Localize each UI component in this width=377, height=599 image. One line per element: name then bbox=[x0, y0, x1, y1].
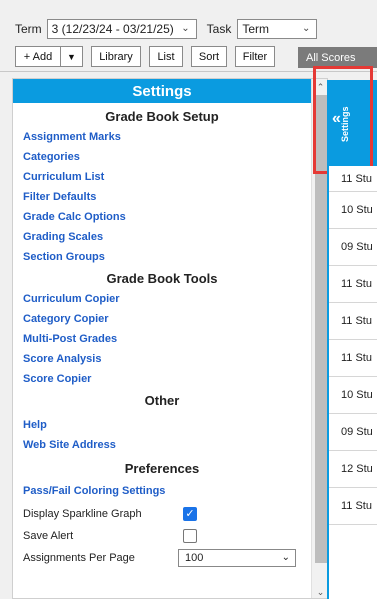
grid-row-label: 11 Stu bbox=[341, 172, 372, 185]
sort-button[interactable]: Sort bbox=[191, 46, 227, 67]
grid-row[interactable]: 10 Stu bbox=[329, 192, 377, 229]
scroll-down-icon[interactable]: ⌄ bbox=[312, 584, 327, 598]
sparkline-label: Display Sparkline Graph bbox=[23, 508, 142, 520]
link-categories[interactable]: Categories bbox=[13, 147, 311, 167]
link-filter-defaults[interactable]: Filter Defaults bbox=[13, 187, 311, 207]
add-button-label: + Add bbox=[23, 50, 53, 63]
sparkline-checkbox[interactable]: ✓ bbox=[183, 507, 197, 521]
task-label: Task bbox=[206, 22, 232, 36]
student-grid: 11 Stu 10 Stu 09 Stu 11 Stu 11 Stu 11 St… bbox=[327, 166, 377, 599]
highlight-box bbox=[313, 66, 373, 174]
per-page-value: 100 bbox=[185, 552, 204, 564]
sparkline-row: Display Sparkline Graph ✓ bbox=[13, 503, 311, 525]
gradebook-window: Term 3 (12/23/24 - 03/21/25) ⌄ Task Term… bbox=[0, 0, 377, 599]
chevron-down-icon: ⌄ bbox=[181, 23, 190, 34]
grid-row-label: 10 Stu bbox=[341, 204, 373, 216]
link-category-copier[interactable]: Category Copier bbox=[13, 309, 311, 329]
toolbar: Term 3 (12/23/24 - 03/21/25) ⌄ Task Term… bbox=[0, 0, 377, 72]
grid-row[interactable]: 12 Stu bbox=[329, 451, 377, 488]
task-value: Term bbox=[242, 22, 270, 36]
settings-title: Settings bbox=[13, 79, 311, 103]
setup-heading: Grade Book Setup bbox=[105, 109, 219, 124]
per-page-label: Assignments Per Page bbox=[23, 552, 135, 564]
link-assignment-marks[interactable]: Assignment Marks bbox=[13, 127, 311, 147]
link-web-site-address[interactable]: Web Site Address bbox=[13, 435, 311, 455]
term-label: Term bbox=[15, 22, 42, 36]
grid-row-label: 11 Stu bbox=[341, 315, 372, 327]
library-button[interactable]: Library bbox=[91, 46, 141, 67]
save-alert-checkbox[interactable] bbox=[183, 529, 197, 543]
tools-heading: Grade Book Tools bbox=[106, 271, 218, 286]
save-alert-label: Save Alert bbox=[23, 530, 74, 542]
link-section-groups[interactable]: Section Groups bbox=[13, 247, 311, 267]
task-select[interactable]: Term ⌄ bbox=[237, 19, 318, 39]
term-value: 3 (12/23/24 - 03/21/25) bbox=[51, 22, 174, 36]
check-icon: ✓ bbox=[185, 508, 195, 520]
grid-row-label: 11 Stu bbox=[341, 500, 372, 512]
add-button[interactable]: + Add bbox=[15, 46, 61, 67]
grid-row[interactable]: 10 Stu bbox=[329, 377, 377, 414]
link-pass-fail-coloring[interactable]: Pass/Fail Coloring Settings bbox=[13, 481, 311, 501]
grid-row[interactable]: 11 Stu bbox=[329, 488, 377, 525]
per-page-row: Assignments Per Page 100 ⌄ bbox=[13, 547, 311, 569]
settings-panel: Settings Grade Book Setup Assignment Mar… bbox=[12, 78, 328, 599]
grid-row-label: 11 Stu bbox=[341, 278, 372, 290]
library-button-label: Library bbox=[99, 50, 133, 63]
grid-row-label: 11 Stu bbox=[341, 352, 372, 364]
grid-row-label: 09 Stu bbox=[341, 426, 373, 438]
grid-row[interactable]: 11 Stu bbox=[329, 303, 377, 340]
grid-row[interactable]: 09 Stu bbox=[329, 414, 377, 451]
link-curriculum-copier[interactable]: Curriculum Copier bbox=[13, 289, 311, 309]
grid-row-label: 10 Stu bbox=[341, 389, 373, 401]
all-scores-label: All Scores bbox=[306, 51, 356, 64]
link-curriculum-list[interactable]: Curriculum List bbox=[13, 167, 311, 187]
grid-row[interactable]: 11 Stu bbox=[329, 266, 377, 303]
term-select[interactable]: 3 (12/23/24 - 03/21/25) ⌄ bbox=[46, 19, 197, 39]
term-task-row: Term 3 (12/23/24 - 03/21/25) ⌄ Task Term… bbox=[15, 18, 318, 40]
chevron-down-icon: ⌄ bbox=[281, 552, 290, 563]
grid-row-label: 12 Stu bbox=[341, 463, 373, 475]
grid-row[interactable]: 09 Stu bbox=[329, 229, 377, 266]
settings-content: Settings Grade Book Setup Assignment Mar… bbox=[13, 79, 311, 598]
preferences-heading: Preferences bbox=[124, 461, 200, 476]
link-grade-calc-options[interactable]: Grade Calc Options bbox=[13, 207, 311, 227]
grid-row[interactable]: 11 Stu bbox=[329, 340, 377, 377]
grid-row-label: 09 Stu bbox=[341, 241, 373, 253]
link-multi-post-grades[interactable]: Multi-Post Grades bbox=[13, 329, 311, 349]
per-page-select[interactable]: 100 ⌄ bbox=[178, 549, 296, 567]
chevron-down-icon: ⌄ bbox=[301, 23, 311, 34]
save-alert-row: Save Alert bbox=[13, 525, 311, 547]
list-button[interactable]: List bbox=[149, 46, 183, 67]
link-grading-scales[interactable]: Grading Scales bbox=[13, 227, 311, 247]
sort-button-label: Sort bbox=[198, 50, 220, 63]
action-row: + Add ▼ Library List Sort Filter bbox=[15, 46, 283, 67]
caret-down-icon: ▼ bbox=[67, 51, 76, 62]
filter-button[interactable]: Filter bbox=[235, 46, 275, 67]
list-button-label: List bbox=[157, 50, 175, 63]
link-score-analysis[interactable]: Score Analysis bbox=[13, 349, 311, 369]
grid-row[interactable]: 11 Stu bbox=[329, 166, 377, 192]
add-dropdown-button[interactable]: ▼ bbox=[61, 46, 83, 67]
all-scores-tab[interactable]: All Scores bbox=[298, 47, 377, 68]
link-score-copier[interactable]: Score Copier bbox=[13, 369, 311, 389]
link-help[interactable]: Help bbox=[13, 415, 311, 435]
other-heading: Other bbox=[144, 393, 180, 408]
filter-button-label: Filter bbox=[242, 50, 268, 63]
